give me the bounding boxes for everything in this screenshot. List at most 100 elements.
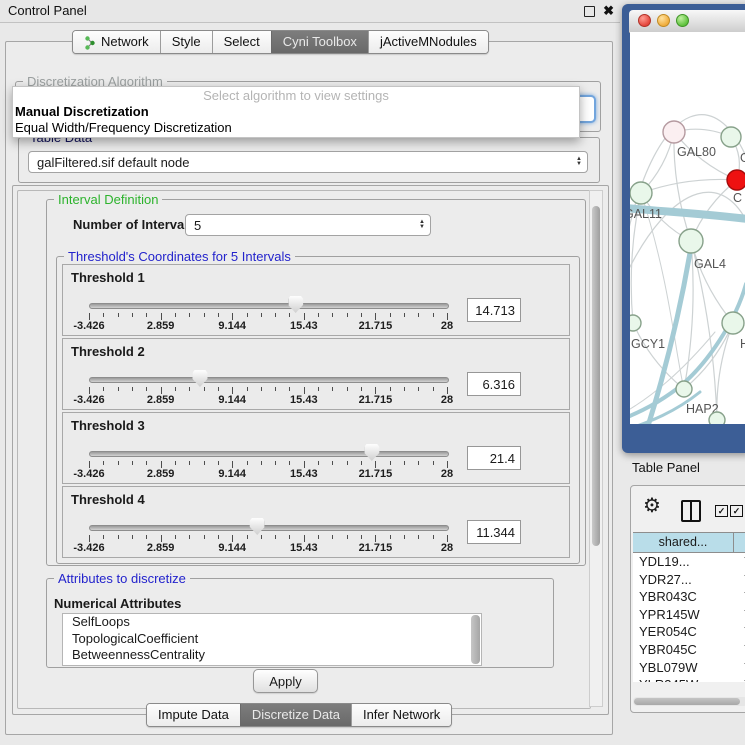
tick-mark xyxy=(275,313,276,317)
table-row[interactable]: YPR145WYPR1 xyxy=(633,606,745,624)
checkbox-icon[interactable]: ✓ xyxy=(715,505,728,517)
table-cell: YBR045C xyxy=(633,641,740,659)
network-node[interactable] xyxy=(722,312,744,334)
table-data-combobox[interactable]: galFiltered.sif default node ▲▼ xyxy=(28,151,588,173)
slider-handle[interactable] xyxy=(250,518,265,535)
network-edge xyxy=(641,193,684,389)
tab-infer-network[interactable]: Infer Network xyxy=(351,704,451,726)
tick-mark xyxy=(318,387,319,391)
tick-label: 15.43 xyxy=(290,468,318,480)
number-of-intervals-combobox[interactable]: 5 ▲▼ xyxy=(185,214,431,236)
close-traffic-light-icon[interactable] xyxy=(638,14,651,27)
tab-impute-data[interactable]: Impute Data xyxy=(147,704,240,726)
network-node[interactable] xyxy=(663,121,685,143)
table-row[interactable]: YLR345WYLR3 xyxy=(633,676,745,682)
node-label: C xyxy=(733,191,742,205)
network-node[interactable] xyxy=(709,412,725,424)
table-column-header[interactable]: shared... xyxy=(633,533,734,552)
attribute-list-scrollbar-thumb[interactable] xyxy=(471,615,480,664)
attribute-list-item[interactable]: TopologicalCoefficient xyxy=(63,631,481,648)
number-of-intervals-value: 5 xyxy=(194,218,201,233)
threshold-panel: Threshold 4-3.4262.8599.14415.4321.71528… xyxy=(62,486,570,558)
slider-handle[interactable] xyxy=(364,444,379,461)
network-node[interactable] xyxy=(721,127,741,147)
table-cell: YBR043C xyxy=(633,588,740,606)
tab-network[interactable]: Network xyxy=(73,31,160,53)
table-cell: YLR345W xyxy=(633,676,740,682)
zoom-traffic-light-icon[interactable] xyxy=(676,14,689,27)
table-row[interactable]: YDR27...YDR2 xyxy=(633,571,745,589)
tick-label: 9.144 xyxy=(218,542,246,554)
tick-mark xyxy=(404,387,405,391)
table-row[interactable]: YBR045CYBR0 xyxy=(633,641,745,659)
tick-mark xyxy=(304,313,305,320)
network-node[interactable] xyxy=(727,170,745,190)
table-cell: YBR0 xyxy=(740,588,745,606)
node-table[interactable]: shared...n... YDL19...YDL1YDR27...YDR2YB… xyxy=(633,532,745,682)
network-view-window[interactable]: GAL80GACGAL11GAL4GCY1HHAP2 xyxy=(622,4,745,453)
vertical-scrollbar-thumb[interactable] xyxy=(592,206,600,546)
network-node[interactable] xyxy=(679,229,703,253)
slider-track[interactable] xyxy=(89,525,449,531)
table-column-header[interactable]: n... xyxy=(734,533,745,552)
float-window-icon[interactable] xyxy=(584,6,595,17)
tab-select[interactable]: Select xyxy=(212,31,271,53)
network-node[interactable] xyxy=(676,381,692,397)
option-equal-width-frequency[interactable]: Equal Width/Frequency Discretization xyxy=(13,120,579,136)
tick-mark xyxy=(232,461,233,468)
table-cell: YER054C xyxy=(633,623,740,641)
tab-jactivemnodules[interactable]: jActiveMNodules xyxy=(368,31,488,53)
table-row[interactable]: YBL079WYBL0 xyxy=(633,659,745,677)
tab-style[interactable]: Style xyxy=(160,31,212,53)
tick-mark xyxy=(118,461,119,465)
table-row[interactable]: YDL19...YDL1 xyxy=(633,553,745,571)
attribute-list-item[interactable]: SelfLoops xyxy=(63,614,481,631)
algorithm-hint: Select algorithm to view settings xyxy=(13,87,579,104)
tick-label: 2.859 xyxy=(147,542,175,554)
table-horizontal-scrollbar-thumb[interactable] xyxy=(634,698,740,705)
option-manual-discretization[interactable]: Manual Discretization xyxy=(13,104,579,120)
slider-track[interactable] xyxy=(89,377,449,383)
apply-button[interactable]: Apply xyxy=(253,669,318,693)
interval-definition-legend: Interval Definition xyxy=(54,192,162,207)
slider-track[interactable] xyxy=(89,303,449,309)
table-header-row: shared...n... xyxy=(633,532,745,553)
network-node[interactable] xyxy=(630,182,652,204)
checkbox-icon[interactable]: ✓ xyxy=(730,505,743,517)
network-canvas[interactable]: GAL80GACGAL11GAL4GCY1HHAP2 xyxy=(630,32,745,424)
table-horizontal-scrollbar[interactable] xyxy=(633,697,745,706)
table-cell: YDR2 xyxy=(740,571,745,589)
split-columns-icon[interactable] xyxy=(681,500,701,522)
tick-mark xyxy=(447,387,448,394)
slider-handle[interactable] xyxy=(288,296,303,313)
tab-discretize-data[interactable]: Discretize Data xyxy=(240,704,351,726)
threshold-value-field[interactable]: 14.713 xyxy=(467,298,521,322)
tick-mark xyxy=(390,313,391,317)
threshold-value-field[interactable]: 6.316 xyxy=(467,372,521,396)
threshold-value-field[interactable]: 21.4 xyxy=(467,446,521,470)
slider-handle[interactable] xyxy=(192,370,207,387)
numerical-attributes-label: Numerical Attributes xyxy=(54,596,181,611)
tab-cyni-toolbox[interactable]: Cyni Toolbox xyxy=(271,31,368,53)
gear-icon[interactable]: ⚙ xyxy=(643,496,661,516)
combo-spinner-icon: ▲▼ xyxy=(419,215,425,235)
number-of-intervals-label: Number of Intervals xyxy=(73,217,195,232)
tick-mark xyxy=(189,313,190,317)
tick-mark xyxy=(118,535,119,539)
table-cell: YDL19... xyxy=(633,553,740,571)
threshold-value-field[interactable]: 11.344 xyxy=(467,520,521,544)
minimize-traffic-light-icon[interactable] xyxy=(657,14,670,27)
network-node[interactable] xyxy=(630,315,641,331)
tick-mark xyxy=(89,535,90,542)
tick-mark xyxy=(361,313,362,317)
table-row[interactable]: YER054CYER0 xyxy=(633,623,745,641)
tick-mark xyxy=(261,387,262,391)
table-row[interactable]: YBR043CYBR0 xyxy=(633,588,745,606)
numerical-attributes-list[interactable]: SelfLoopsTopologicalCoefficientBetweenne… xyxy=(62,613,482,666)
network-edge xyxy=(691,241,733,323)
close-icon[interactable]: ✖ xyxy=(603,0,614,22)
attribute-list-item[interactable]: BetweennessCentrality xyxy=(63,647,481,664)
network-edge xyxy=(641,179,737,193)
slider-track[interactable] xyxy=(89,451,449,457)
vertical-scrollbar[interactable] xyxy=(589,190,603,707)
